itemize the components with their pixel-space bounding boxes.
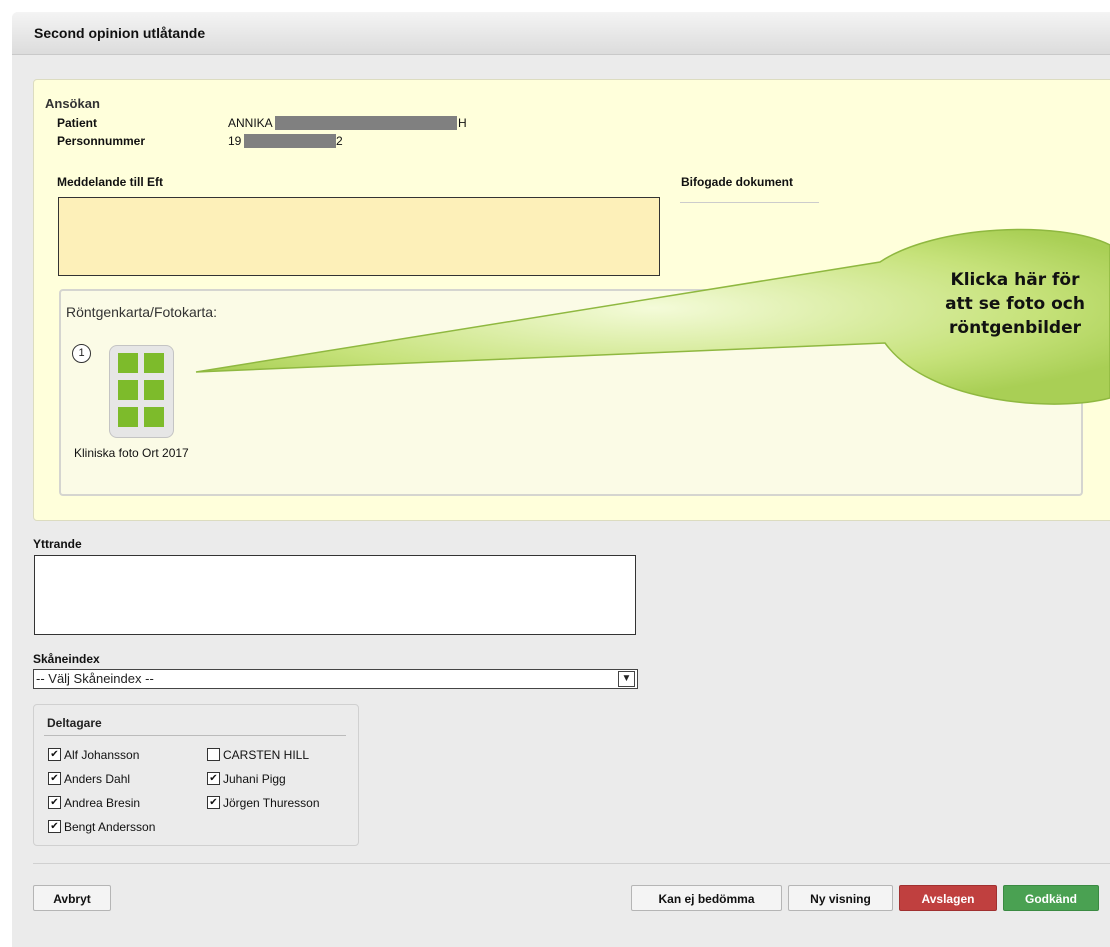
callout-line: att se foto och (945, 294, 1085, 314)
callout-line: Klicka här för (950, 270, 1080, 290)
callout-text: Klicka här för att se foto och röntgenbi… (915, 268, 1110, 340)
callout-line: röntgenbilder (949, 318, 1081, 338)
callout-overlay (195, 228, 1110, 405)
